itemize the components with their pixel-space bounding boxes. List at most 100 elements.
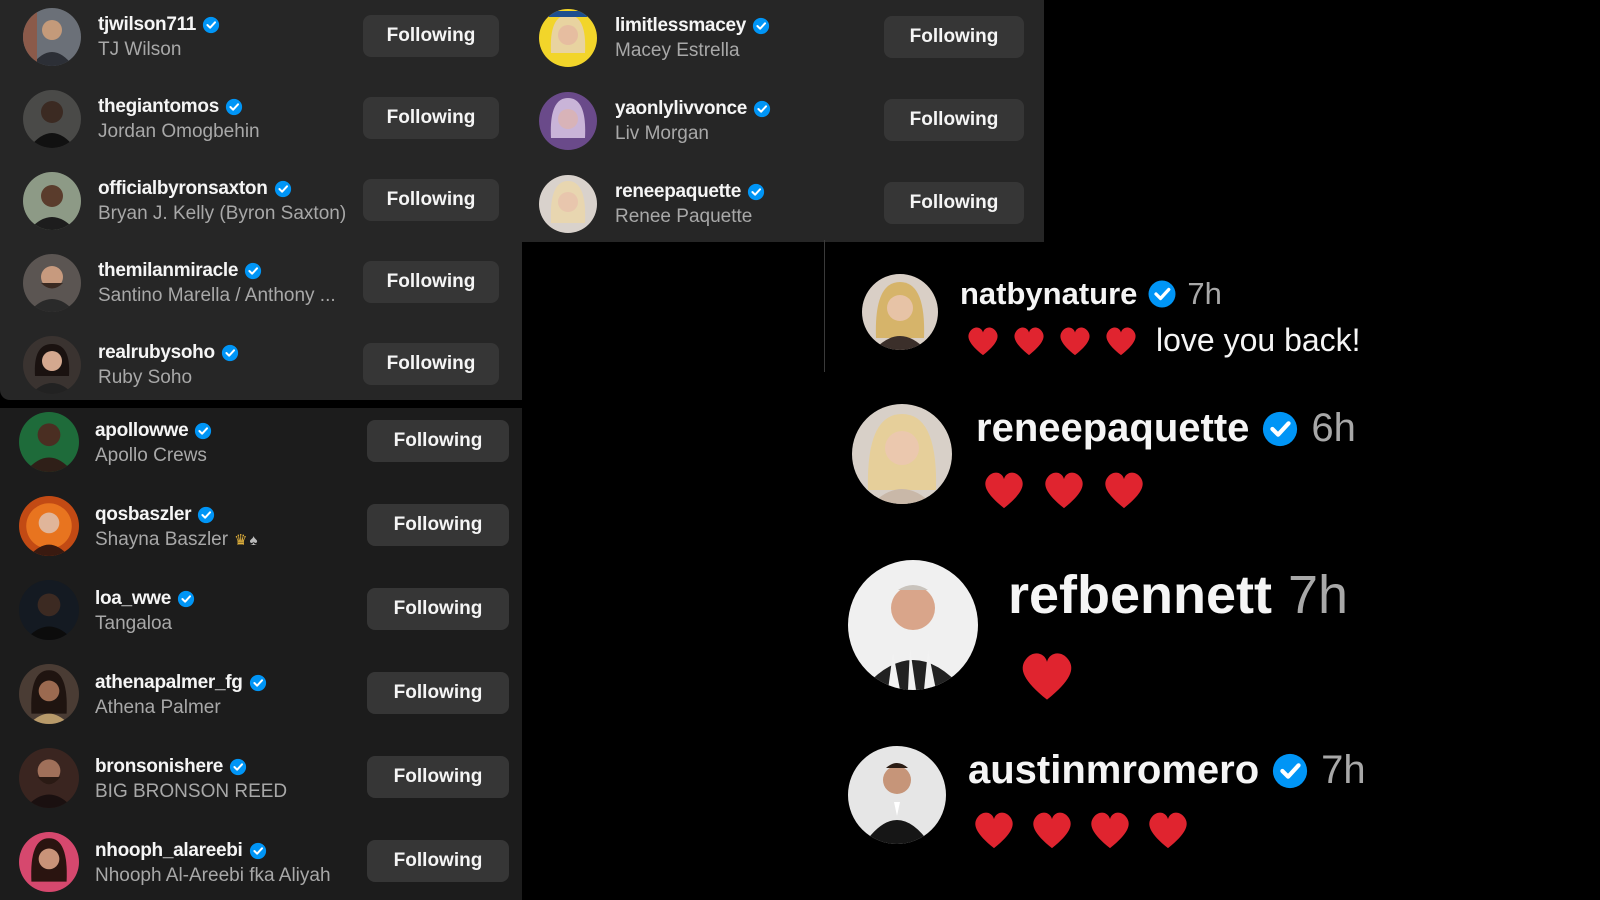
following-button[interactable]: Following: [884, 182, 1024, 224]
following-button[interactable]: Following: [367, 588, 509, 630]
list-item[interactable]: nhooph_alareebi Nhooph Al-Areebi fka Ali…: [0, 828, 522, 900]
username-link[interactable]: loa_wwe: [95, 588, 195, 610]
username[interactable]: thegiantomos: [98, 96, 219, 118]
spade-icon: ♠: [249, 531, 258, 549]
username-link[interactable]: reneepaquette: [615, 181, 765, 203]
username-link[interactable]: athenapalmer_fg: [95, 672, 267, 694]
username-link[interactable]: realrubysoho: [98, 342, 239, 364]
following-button[interactable]: Following: [363, 179, 499, 221]
heart-icon: [1022, 653, 1072, 700]
following-button[interactable]: Following: [363, 343, 499, 385]
following-button[interactable]: Following: [884, 16, 1024, 58]
username[interactable]: tjwilson711: [98, 14, 196, 36]
username[interactable]: apollowwe: [95, 420, 189, 442]
list-item[interactable]: themilanmiracle Santino Marella / Anthon…: [0, 246, 522, 326]
username-link[interactable]: yaonlylivvonce: [615, 98, 771, 120]
verified-badge-icon: [177, 590, 195, 608]
avatar[interactable]: [19, 580, 79, 640]
verified-badge-icon: [221, 344, 238, 362]
username[interactable]: yaonlylivvonce: [615, 98, 747, 120]
username[interactable]: nhooph_alareebi: [95, 840, 243, 862]
following-button[interactable]: Following: [367, 420, 509, 462]
username-link[interactable]: tjwilson711: [98, 14, 220, 36]
heart-icon: [975, 812, 1013, 849]
avatar[interactable]: [19, 496, 79, 556]
list-item[interactable]: athenapalmer_fg Athena Palmer Following: [0, 660, 522, 744]
avatar[interactable]: [848, 560, 978, 690]
comment-username[interactable]: natbynature: [960, 276, 1137, 312]
full-name: Nhooph Al-Areebi fka Aliyah: [95, 865, 331, 886]
comment-body: love you back!: [966, 322, 1361, 359]
username[interactable]: loa_wwe: [95, 588, 171, 610]
avatar[interactable]: [852, 404, 952, 504]
username[interactable]: limitlessmacey: [615, 15, 746, 37]
comment-username[interactable]: reneepaquette: [976, 406, 1249, 451]
username-link[interactable]: bronsonishere: [95, 756, 247, 778]
avatar[interactable]: [23, 254, 81, 312]
username[interactable]: athenapalmer_fg: [95, 672, 243, 694]
verified-badge-icon: [198, 506, 215, 524]
username[interactable]: themilanmiracle: [98, 260, 238, 282]
following-button[interactable]: Following: [367, 672, 509, 714]
list-item[interactable]: realrubysoho Ruby Soho Following: [0, 328, 522, 400]
avatar[interactable]: [19, 748, 79, 808]
username-link[interactable]: nhooph_alareebi: [95, 840, 267, 862]
comment-username[interactable]: austinmromero: [968, 748, 1259, 793]
avatar[interactable]: [539, 9, 597, 67]
heart-icon: [1105, 472, 1143, 509]
verified-badge-icon: [249, 674, 266, 692]
verified-badge-icon: [225, 98, 243, 116]
avatar[interactable]: [19, 664, 79, 724]
username-link[interactable]: officialbyronsaxton: [98, 178, 292, 200]
username[interactable]: qosbaszler: [95, 504, 192, 526]
following-button[interactable]: Following: [367, 756, 509, 798]
avatar[interactable]: [23, 8, 81, 66]
following-list-panel-1: tjwilson711 TJ Wilson Following thegiant…: [0, 0, 522, 400]
avatar[interactable]: [848, 746, 946, 844]
heart-icon: [968, 326, 998, 355]
following-button[interactable]: Following: [367, 840, 509, 882]
list-item[interactable]: apollowwe Apollo Crews Following: [0, 408, 522, 492]
avatar[interactable]: [539, 92, 597, 150]
divider: [824, 240, 825, 372]
username-link[interactable]: apollowwe: [95, 420, 212, 442]
username-link[interactable]: limitlessmacey: [615, 15, 770, 37]
following-button[interactable]: Following: [884, 99, 1024, 141]
comment-time: 7h: [1288, 565, 1349, 625]
verified-badge-icon: [202, 16, 220, 34]
avatar[interactable]: [862, 274, 938, 350]
avatar[interactable]: [539, 175, 597, 233]
full-name: Bryan J. Kelly (Byron Saxton): [98, 203, 347, 224]
avatar[interactable]: [23, 90, 81, 148]
list-item[interactable]: yaonlylivvonce Liv Morgan Following: [522, 83, 1044, 163]
list-item[interactable]: thegiantomos Jordan Omogbehin Following: [0, 82, 522, 162]
following-button[interactable]: Following: [363, 97, 499, 139]
list-item[interactable]: reneepaquette Renee Paquette Following: [522, 166, 1044, 242]
avatar[interactable]: [19, 412, 79, 472]
avatar[interactable]: [23, 172, 81, 230]
full-name: Jordan Omogbehin: [98, 121, 260, 142]
following-button[interactable]: Following: [367, 504, 509, 546]
username[interactable]: bronsonishere: [95, 756, 223, 778]
list-item[interactable]: bronsonishere BIG BRONSON REED Following: [0, 744, 522, 828]
list-item[interactable]: tjwilson711 TJ Wilson Following: [0, 0, 522, 80]
username-link[interactable]: themilanmiracle: [98, 260, 262, 282]
heart-icon: [1149, 812, 1187, 849]
comment-username[interactable]: refbennett: [1008, 564, 1272, 626]
following-button[interactable]: Following: [363, 261, 499, 303]
username-link[interactable]: qosbaszler: [95, 504, 215, 526]
username[interactable]: realrubysoho: [98, 342, 215, 364]
avatar[interactable]: [19, 832, 79, 892]
avatar[interactable]: [23, 336, 81, 394]
list-item[interactable]: officialbyronsaxton Bryan J. Kelly (Byro…: [0, 164, 522, 244]
list-item[interactable]: loa_wwe Tangaloa Following: [0, 576, 522, 660]
list-item[interactable]: qosbaszler Shayna Baszler ♛ ♠ Following: [0, 492, 522, 576]
following-button[interactable]: Following: [363, 15, 499, 57]
username[interactable]: officialbyronsaxton: [98, 178, 268, 200]
full-name-row: Shayna Baszler ♛ ♠: [95, 529, 258, 551]
list-item[interactable]: limitlessmacey Macey Estrella Following: [522, 0, 1044, 80]
username[interactable]: reneepaquette: [615, 181, 741, 203]
heart-icon: [1045, 472, 1083, 509]
username-link[interactable]: thegiantomos: [98, 96, 243, 118]
verified-badge-icon: [1148, 280, 1176, 308]
